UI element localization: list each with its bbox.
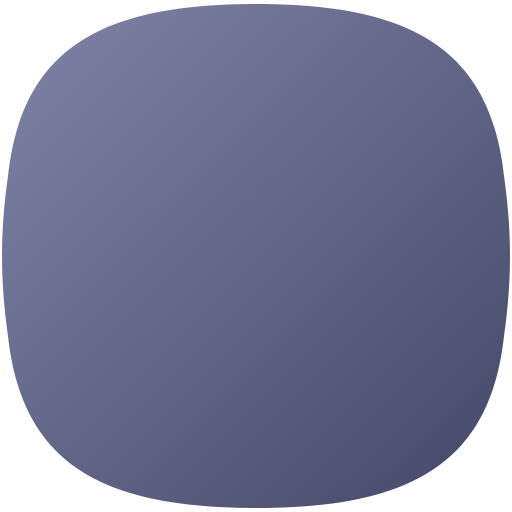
menu-lines-icon [2,4,510,508]
app-icon[interactable] [0,0,512,512]
